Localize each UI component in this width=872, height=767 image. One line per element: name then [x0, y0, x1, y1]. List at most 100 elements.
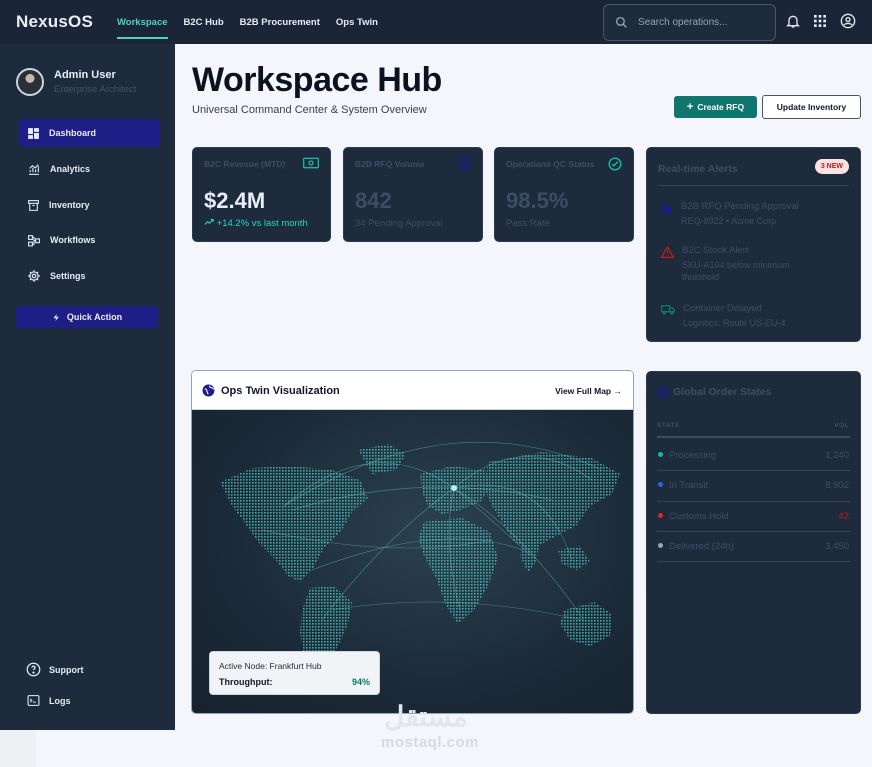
- nav-ops-twin[interactable]: Ops Twin: [336, 13, 378, 32]
- money-icon: [303, 157, 319, 169]
- alerts-title: Real-time Alerts: [658, 163, 738, 175]
- brand-logo[interactable]: NexusOS: [16, 12, 93, 32]
- view-full-map-link[interactable]: View Full Map →: [555, 386, 622, 396]
- nav-b2b-procurement[interactable]: B2B Procurement: [240, 13, 320, 32]
- sidebar-item-label: Settings: [50, 271, 86, 281]
- kpi-label: B2B RFQ Volume: [355, 159, 425, 169]
- update-inventory-button[interactable]: Update Inventory: [762, 95, 861, 119]
- top-bar: NexusOS Workspace B2C Hub B2B Procuremen…: [0, 0, 872, 44]
- table-row[interactable]: Customs Hold 42: [657, 501, 850, 532]
- search-box[interactable]: [603, 4, 776, 41]
- order-volume: 3,450: [825, 541, 849, 552]
- map-header: Ops Twin Visualization View Full Map →: [192, 371, 633, 410]
- alert-title: B2C Stock Alert: [682, 245, 749, 256]
- sidebar-item-dashboard[interactable]: Dashboard: [19, 119, 160, 147]
- sidebar-item-inventory[interactable]: Inventory: [19, 191, 160, 219]
- world-map[interactable]: Active Node: Frankfurt Hub Throughput: 9…: [192, 410, 633, 713]
- sidebar-item-support[interactable]: Support: [26, 662, 84, 677]
- globe-icon: [202, 384, 215, 397]
- table-row[interactable]: In Transit 8,902: [657, 470, 850, 501]
- avatar: [16, 68, 44, 96]
- status-dot: [658, 513, 663, 518]
- ops-twin-panel: Ops Twin Visualization View Full Map → A…: [191, 370, 634, 714]
- sidebar-item-label: Dashboard: [49, 128, 97, 138]
- sidebar-item-workflows[interactable]: Workflows: [19, 226, 160, 254]
- sidebar-item-analytics[interactable]: Analytics: [19, 155, 160, 183]
- sidebar-item-logs[interactable]: Logs: [26, 694, 71, 707]
- order-state: In Transit: [669, 480, 709, 491]
- search-input[interactable]: [638, 17, 758, 28]
- kpi-card-revenue[interactable]: B2C Revenue (MTD) $2.4M +14.2% vs last m…: [192, 147, 331, 242]
- inventory-icon: [28, 199, 39, 211]
- user-role: Enterprise Architect: [54, 84, 137, 95]
- create-rfq-button[interactable]: + Create RFQ: [674, 96, 757, 118]
- page-title: Workspace Hub: [192, 61, 442, 99]
- alert-detail: Logistics: Route US-EU-4: [683, 318, 786, 328]
- account-icon[interactable]: [840, 13, 856, 29]
- order-state: Delivered (24h): [669, 541, 734, 552]
- status-dot: [658, 452, 663, 457]
- alert-title: Container Delayed: [683, 303, 762, 314]
- user-name: Admin User: [54, 69, 116, 81]
- search-icon: [615, 16, 627, 28]
- kpi-value: 842: [355, 188, 392, 213]
- hierarchy-icon: [658, 386, 668, 398]
- order-state: Customs Hold: [669, 511, 729, 522]
- alert-detail: REQ-8922 • Acme Corp: [681, 216, 777, 226]
- watermark-logo: مستقل: [384, 701, 468, 732]
- alert-item[interactable]: B2C Stock Alert SKU-A104 below minimum t…: [661, 245, 822, 283]
- alert-item[interactable]: B2B RFQ Pending Approval REQ-8922 • Acme…: [661, 201, 821, 227]
- plus-icon: +: [686, 101, 694, 113]
- new-alerts-badge: 3 NEW: [814, 159, 849, 174]
- help-icon: [26, 662, 41, 677]
- analytics-icon: [29, 163, 39, 175]
- order-state: Processing: [669, 450, 716, 461]
- order-volume: 42: [838, 511, 849, 522]
- status-dot: [658, 482, 663, 487]
- frankfurt-node-marker: [451, 485, 457, 491]
- kpi-sub-text: +14.2% vs last month: [216, 218, 308, 229]
- order-states-panel: Global Order States STATE VOL Processing…: [646, 371, 861, 714]
- main-nav: Workspace B2C Hub B2B Procurement Ops Tw…: [117, 0, 378, 44]
- quick-action-button[interactable]: Quick Action: [16, 306, 158, 328]
- document-icon: [459, 157, 470, 171]
- footer-strip: [0, 730, 36, 767]
- alert-item[interactable]: Container Delayed Logistics: Route US-EU…: [661, 303, 823, 329]
- page-subtitle: Universal Command Center & System Overvi…: [192, 104, 427, 116]
- bell-icon[interactable]: [785, 13, 801, 29]
- kpi-sub: Pass Rate: [506, 218, 550, 229]
- order-volume: 8,902: [825, 480, 849, 491]
- terminal-icon: [27, 695, 40, 706]
- gear-icon: [28, 270, 40, 282]
- map-title: Ops Twin Visualization: [221, 385, 340, 397]
- check-circle-icon: [608, 157, 622, 171]
- kpi-value: 98.5%: [506, 188, 569, 213]
- kpi-card-rfq[interactable]: B2B RFQ Volume 842 34 Pending Approval: [343, 147, 483, 242]
- kpi-sub: 34 Pending Approval: [355, 218, 443, 229]
- order-volume: 1,240: [825, 450, 849, 461]
- throughput-value: 94%: [351, 677, 370, 687]
- sidebar-item-label: Logs: [49, 695, 71, 706]
- kpi-card-qc[interactable]: Operations QC Status 98.5% Pass Rate: [494, 147, 634, 242]
- table-row[interactable]: Processing 1,240: [657, 441, 850, 472]
- order-states-title: Global Order States: [673, 386, 772, 398]
- warning-icon: [661, 246, 674, 258]
- building-icon: [662, 203, 672, 213]
- trend-up-icon: [204, 218, 214, 225]
- user-profile[interactable]: Admin User Enterprise Architect: [16, 68, 136, 96]
- nav-workspace[interactable]: Workspace: [117, 13, 168, 39]
- create-rfq-label: Create RFQ: [697, 102, 745, 112]
- divider: [658, 185, 849, 186]
- kpi-value: $2.4M: [204, 188, 266, 213]
- sidebar-item-settings[interactable]: Settings: [19, 262, 160, 290]
- nav-b2c-hub[interactable]: B2C Hub: [184, 13, 224, 32]
- kpi-label: Operations QC Status: [506, 159, 595, 169]
- dashboard-icon: [28, 127, 39, 139]
- alert-title: B2B RFQ Pending Approval: [681, 201, 799, 212]
- apps-grid-icon[interactable]: [812, 13, 828, 29]
- table-row[interactable]: Delivered (24h) 3,450: [657, 531, 850, 562]
- truck-icon: [661, 305, 675, 315]
- lightning-icon: [53, 313, 59, 321]
- throughput-label: Throughput:: [219, 677, 273, 687]
- sidebar-item-label: Analytics: [50, 164, 91, 174]
